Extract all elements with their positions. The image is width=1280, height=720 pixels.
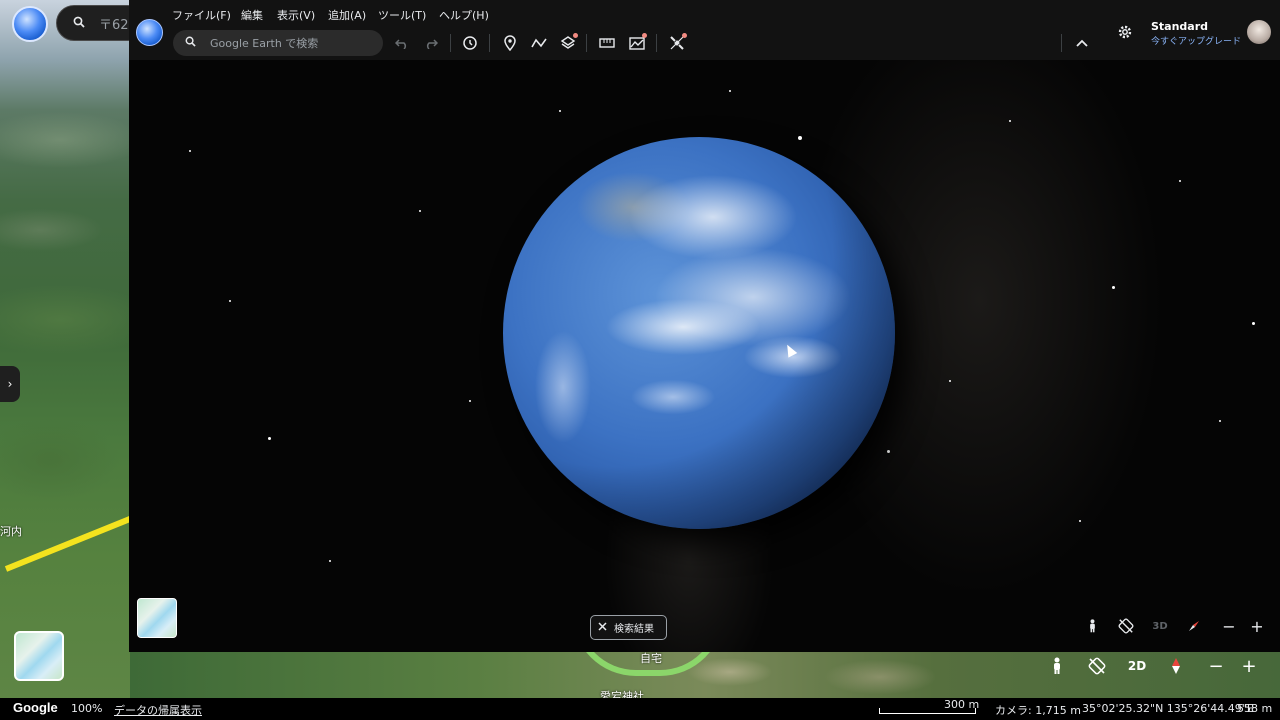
chevron-up-icon[interactable] [1071,32,1093,54]
star [329,560,331,562]
close-icon[interactable] [598,621,607,634]
notification-dot [573,33,578,38]
menu-file[interactable]: ファイル(F) [172,7,231,23]
menu-add[interactable]: 追加(A) [328,7,366,23]
status-bar: Google 100% データの帰属表示 300 m カメラ: 1,715 m … [0,698,1280,720]
layers-icon[interactable] [557,32,579,54]
star [949,380,951,382]
search-icon [73,16,85,31]
toolbar [129,28,1280,60]
map-style-button[interactable] [137,598,177,638]
undo-icon[interactable] [391,32,413,54]
outer-map-style-button[interactable] [14,631,64,681]
earth-globe-shading [503,137,895,529]
star [268,437,271,440]
data-attribution-link[interactable]: データの帰属表示 [114,702,202,718]
add-path-icon[interactable] [528,32,550,54]
chevron-right-icon[interactable]: › [0,366,20,402]
search-results-chip[interactable]: 検索結果 [590,615,667,640]
star [1079,520,1081,522]
zoom-out-button[interactable]: − [1201,651,1231,681]
google-earth-logo[interactable] [136,19,163,46]
toolbar-divider [586,34,587,52]
pegman-icon[interactable] [1042,651,1072,681]
star [189,150,191,152]
zoom-in-button[interactable]: + [1234,651,1264,681]
compass-icon[interactable] [1161,651,1191,681]
star [1009,120,1011,122]
scale-label: 300 m [944,698,980,711]
toolbar-divider [1061,34,1062,52]
mode-3d-button[interactable]: 3D [1147,614,1173,638]
star [1219,420,1221,422]
mode-2d-button[interactable]: 2D [1122,651,1152,681]
notification-dot [682,33,687,38]
history-icon[interactable] [459,32,481,54]
star [419,210,421,212]
place-label: 河内 [0,525,22,538]
rotate-disabled-icon[interactable] [1082,651,1112,681]
menu-help[interactable]: ヘルプ(H) [439,7,489,23]
menu-view[interactable]: 表示(V) [277,7,315,23]
pegman-icon[interactable] [1079,614,1105,638]
search-icon [185,36,196,50]
search-input[interactable] [210,36,370,50]
star [887,450,890,453]
ruler-icon[interactable] [596,32,618,54]
google-logo: Google [13,700,58,715]
toolbar-divider [450,34,451,52]
plan-label: Standard [1151,20,1209,33]
outer-search-text: 〒62 [99,17,129,33]
star [1112,286,1115,289]
google-earth-window: ファイル(F) 編集 表示(V) 追加(A) ツール(T) ヘルプ(H) Goo… [129,0,1280,652]
camera-altitude: カメラ: 1,715 m [995,704,1081,717]
redo-icon[interactable] [420,32,442,54]
toolbar-divider [656,34,657,52]
star [729,90,731,92]
search-box[interactable] [173,30,383,56]
coordinates: 35°02'25.32"N 135°26'44.49"E [1082,702,1254,715]
settings-gear-icon[interactable] [1115,22,1135,42]
elevation: 558 m [1237,702,1273,715]
upgrade-link[interactable]: 今すぐアップグレード [1151,34,1241,47]
add-placemark-icon[interactable] [499,32,521,54]
place-label-home: 自宅 [640,652,662,665]
toolbar-divider [489,34,490,52]
search-results-label: 検索結果 [614,624,654,635]
star [229,300,231,302]
menu-tools[interactable]: ツール(T) [378,7,426,23]
zoom-in-button[interactable]: + [1244,614,1270,638]
menu-bar: ファイル(F) 編集 表示(V) 追加(A) ツール(T) ヘルプ(H) [129,0,1280,28]
star [1252,322,1255,325]
compass-icon[interactable] [1181,614,1207,638]
outer-earth-logo[interactable] [12,6,48,42]
star [469,400,471,402]
star [1179,180,1181,182]
rotate-disabled-icon[interactable] [1113,614,1139,638]
star [798,136,802,140]
star [559,110,561,112]
zoom-level: 100% [71,702,103,715]
zoom-out-button[interactable]: − [1216,614,1242,638]
notification-dot [642,33,647,38]
elevation-profile-icon[interactable] [626,32,648,54]
menu-edit[interactable]: 編集 [241,7,263,23]
avatar[interactable] [1247,20,1271,44]
satellite-icon[interactable] [666,32,688,54]
